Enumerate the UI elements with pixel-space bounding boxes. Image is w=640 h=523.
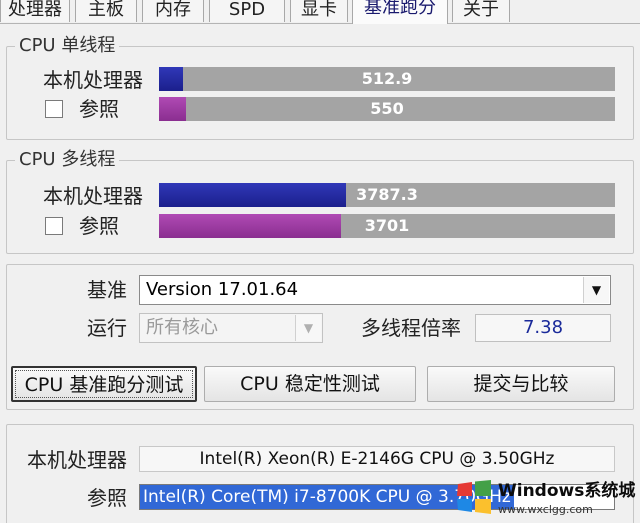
multi-this-cpu-score: 3787.3 [356, 185, 418, 204]
multi-reference-checkbox[interactable] [45, 217, 63, 235]
baseline-value: Version 17.01.64 [146, 279, 299, 300]
tab-cpu[interactable]: 处理器 [0, 0, 70, 22]
multi-reference-label: 参照 [79, 214, 119, 238]
tab-about[interactable]: 关于 [452, 0, 510, 22]
tab-bar: 处理器 主板 内存 SPD 显卡 基准跑分 关于 [0, 0, 640, 24]
single-this-cpu-score: 512.9 [361, 69, 413, 88]
multi-thread-group: CPU 多线程 本机处理器 3787.3 参照 3701 [6, 149, 634, 254]
single-this-cpu-label: 本机处理器 [43, 68, 143, 92]
processor-reference-label: 参照 [87, 486, 127, 510]
cpu-stress-button[interactable]: CPU 稳定性测试 [204, 366, 416, 402]
cpu-bench-button[interactable]: CPU 基准跑分测试 [11, 366, 197, 402]
settings-group: 基准 Version 17.01.64 ▼ 运行 所有核心 ▼ 多线程倍率 7.… [6, 264, 634, 410]
tab-spd[interactable]: SPD [209, 0, 285, 22]
baseline-select[interactable]: Version 17.01.64 ▼ [139, 275, 611, 305]
multi-reference-score: 3701 [364, 216, 410, 235]
single-reference-label: 参照 [79, 97, 119, 121]
single-reference-score: 550 [370, 99, 404, 118]
multi-this-cpu-bar: 3787.3 [159, 183, 615, 207]
watermark: Windows系统城 www.wxclgg.com [448, 472, 640, 523]
processor-this-label: 本机处理器 [27, 448, 127, 472]
chevron-down-icon[interactable]: ▼ [583, 277, 609, 303]
tab-mainboard[interactable]: 主板 [75, 0, 137, 22]
windows-logo-icon [457, 480, 491, 514]
multi-this-cpu-label: 本机处理器 [43, 184, 143, 208]
run-value: 所有核心 [146, 317, 218, 338]
watermark-title: Windows系统城 [498, 481, 636, 501]
tab-underline [0, 23, 640, 24]
ratio-label: 多线程倍率 [361, 316, 461, 340]
tab-graphics[interactable]: 显卡 [290, 0, 348, 22]
tab-memory[interactable]: 内存 [142, 0, 204, 22]
watermark-url: www.wxclgg.com [498, 503, 593, 516]
processor-this-value: Intel(R) Xeon(R) E-2146G CPU @ 3.50GHz [139, 446, 615, 472]
chevron-down-icon[interactable]: ▼ [295, 315, 321, 341]
single-reference-checkbox[interactable] [45, 100, 63, 118]
baseline-label: 基准 [87, 278, 127, 302]
tab-bench[interactable]: 基准跑分 [352, 0, 448, 24]
run-select[interactable]: 所有核心 ▼ [139, 313, 323, 343]
run-label: 运行 [87, 316, 127, 340]
multi-thread-title: CPU 多线程 [15, 149, 120, 171]
single-this-cpu-bar: 512.9 [159, 67, 615, 91]
single-thread-group: CPU 单线程 本机处理器 512.9 参照 550 [6, 35, 634, 140]
submit-compare-button[interactable]: 提交与比较 [427, 366, 615, 402]
single-reference-bar: 550 [159, 97, 615, 121]
multi-reference-bar: 3701 [159, 214, 615, 238]
ratio-value: 7.38 [475, 314, 611, 342]
single-thread-title: CPU 单线程 [15, 35, 120, 57]
